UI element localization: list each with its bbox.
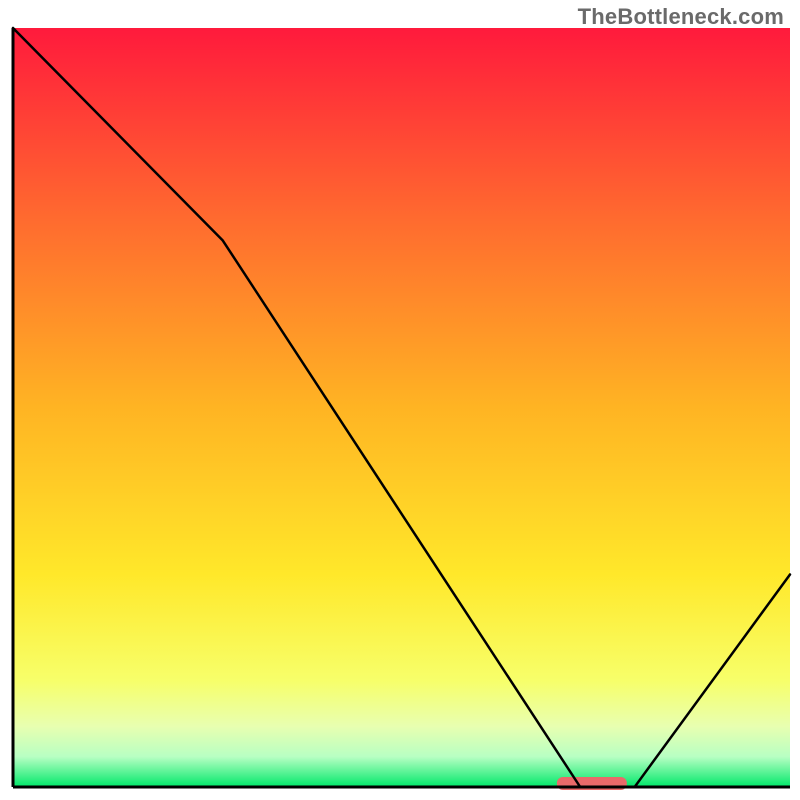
chart-container: { "watermark": "TheBottleneck.com", "cha…	[0, 0, 800, 800]
bottleneck-chart	[0, 0, 800, 800]
plot-background	[13, 28, 790, 787]
